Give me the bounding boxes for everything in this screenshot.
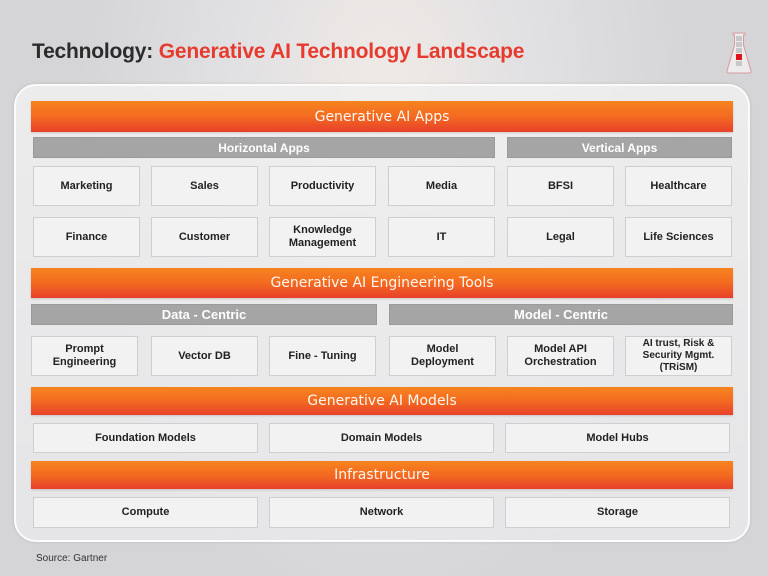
model-box: Model Hubs	[505, 423, 730, 453]
flask-progress-icon	[726, 32, 752, 74]
tool-box: Vector DB	[151, 336, 258, 376]
model-centric-header: Model - Centric	[389, 304, 733, 325]
app-box: Media	[388, 166, 495, 206]
layer-tools-header: Generative AI Engineering Tools	[31, 268, 733, 298]
title-main: Generative AI Technology Landscape	[158, 40, 525, 63]
app-box: BFSI	[507, 166, 614, 206]
layer-apps-header: Generative AI Apps	[31, 101, 733, 132]
title-prefix: Technology:	[32, 40, 159, 63]
layer-models-header: Generative AI Models	[31, 387, 733, 415]
model-box: Domain Models	[269, 423, 494, 453]
vertical-apps-header: Vertical Apps	[507, 137, 732, 158]
tool-box: Fine - Tuning	[269, 336, 376, 376]
app-box: Legal	[507, 217, 614, 257]
app-box: Sales	[151, 166, 258, 206]
tool-box: Model API Orchestration	[507, 336, 614, 376]
tool-box: Prompt Engineering	[31, 336, 138, 376]
source-note: Source: Gartner	[36, 553, 108, 564]
app-box: Healthcare	[625, 166, 732, 206]
app-box: Knowledge Management	[269, 217, 376, 257]
app-box: Finance	[33, 217, 140, 257]
app-box: Productivity	[269, 166, 376, 206]
infra-box: Compute	[33, 497, 258, 528]
app-box: Marketing	[33, 166, 140, 206]
data-centric-header: Data - Centric	[31, 304, 377, 325]
tool-box: Model Deployment	[389, 336, 496, 376]
infra-box: Network	[269, 497, 494, 528]
horizontal-apps-header: Horizontal Apps	[33, 137, 495, 158]
layer-infrastructure-header: Infrastructure	[31, 461, 733, 489]
model-box: Foundation Models	[33, 423, 258, 453]
app-box: Life Sciences	[625, 217, 732, 257]
tool-box: AI trust, Risk & Security Mgmt. (TRiSM)	[625, 336, 732, 376]
app-box: IT	[388, 217, 495, 257]
page-title: Technology: Generative AI Technology Lan…	[32, 40, 524, 64]
infra-box: Storage	[505, 497, 730, 528]
app-box: Customer	[151, 217, 258, 257]
